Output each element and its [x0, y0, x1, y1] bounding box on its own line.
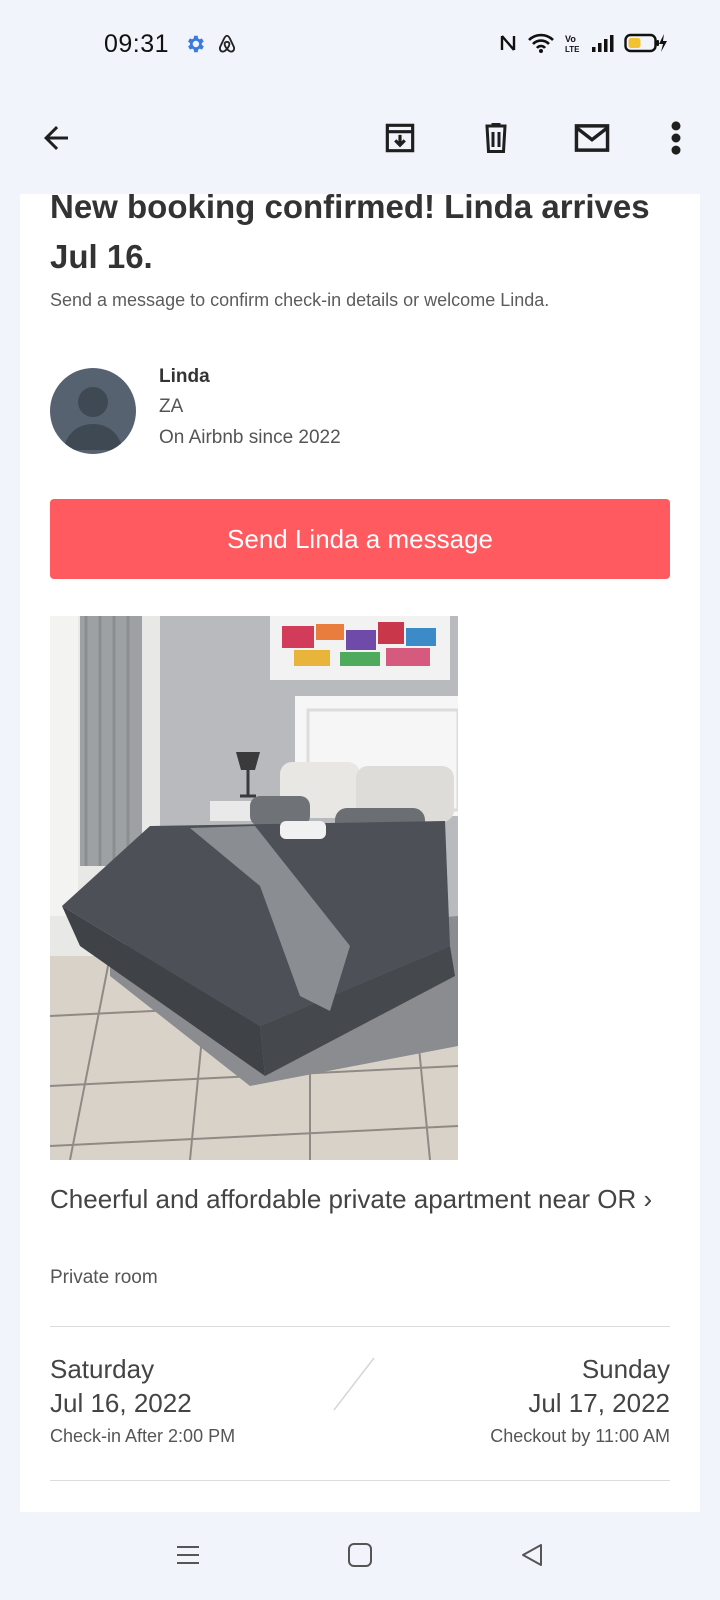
app-bar — [0, 90, 720, 194]
back-button[interactable] — [30, 114, 82, 166]
delete-button[interactable] — [470, 114, 522, 166]
battery-charging-icon — [624, 32, 668, 59]
svg-text:LTE: LTE — [565, 45, 580, 54]
checkin-date: Jul 16, 2022 — [50, 1388, 192, 1418]
checkout-day: Sunday — [581, 1354, 670, 1384]
nfc-icon — [498, 32, 518, 59]
mail-icon — [571, 119, 613, 162]
home-button[interactable] — [335, 1532, 385, 1582]
back-triangle-icon — [519, 1542, 545, 1573]
svg-text:Vo: Vo — [565, 34, 576, 44]
avatar[interactable] — [50, 368, 136, 454]
listing-type: Private room — [50, 1267, 158, 1288]
home-square-icon — [347, 1542, 373, 1573]
email-body: New booking confirmed! Linda arrives Jul… — [20, 194, 700, 1512]
listing-photo[interactable] — [50, 616, 458, 1160]
checkout-note: Checkout by 11:00 AM — [490, 1426, 670, 1446]
system-nav-bar — [0, 1512, 720, 1600]
checkin-day: Saturday — [50, 1354, 155, 1384]
airbnb-icon — [216, 33, 238, 60]
volte-icon: Vo LTE — [564, 32, 582, 59]
guest-name: Linda — [159, 366, 210, 387]
gear-icon — [184, 33, 206, 60]
back-arrow-icon — [38, 120, 74, 161]
delete-icon — [478, 120, 514, 161]
more-vert-icon — [670, 119, 682, 162]
email-headline: New booking confirmed! Linda arrives Jul… — [50, 194, 650, 275]
listing-title-link[interactable]: Cheerful and affordable private apartmen… — [50, 1180, 670, 1218]
send-message-button[interactable]: Send Linda a message — [50, 499, 670, 579]
more-options-button[interactable] — [650, 114, 702, 166]
status-bar: 09:31 Vo LTE — [0, 0, 720, 90]
checkin-note: Check-in After 2:00 PM — [50, 1426, 236, 1446]
archive-button[interactable] — [374, 114, 426, 166]
guest-member-since: On Airbnb since 2022 — [159, 427, 341, 448]
wifi-icon — [527, 32, 555, 59]
status-time: 09:31 — [104, 30, 170, 58]
divider — [50, 1480, 670, 1481]
checkout-date: Jul 17, 2022 — [528, 1388, 670, 1418]
guest-country: ZA — [159, 396, 184, 417]
system-back-button[interactable] — [507, 1532, 557, 1582]
signal-icon — [591, 32, 615, 59]
archive-icon — [381, 119, 419, 162]
mark-unread-button[interactable] — [566, 114, 618, 166]
menu-icon — [174, 1541, 202, 1574]
divider — [50, 1326, 670, 1327]
email-subline: Send a message to confirm check-in detai… — [50, 290, 550, 310]
date-separator — [330, 1354, 380, 1419]
recent-apps-button[interactable] — [163, 1532, 213, 1582]
